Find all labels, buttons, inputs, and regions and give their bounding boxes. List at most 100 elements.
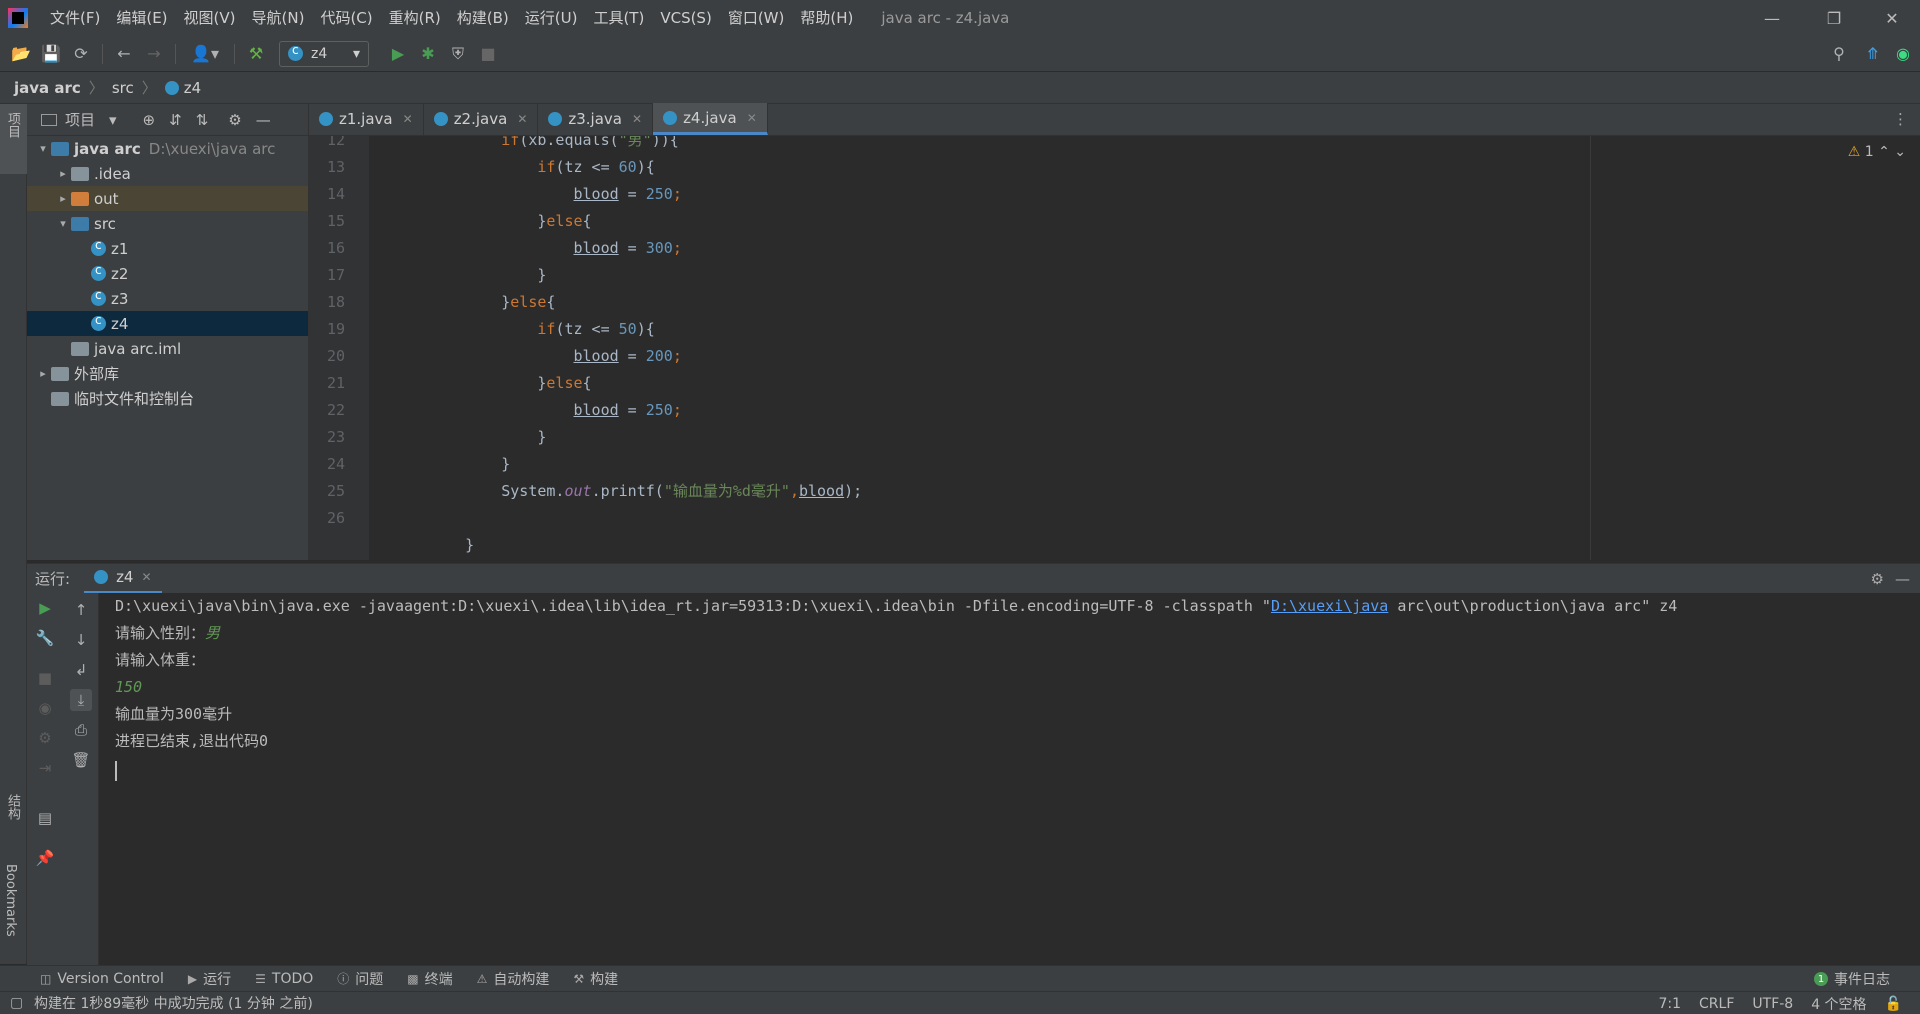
- expand-all-icon[interactable]: ⇵: [169, 111, 182, 129]
- forward-arrow-icon[interactable]: →: [139, 39, 169, 69]
- tree-item-out[interactable]: ▸ out: [27, 186, 308, 211]
- command-path-link[interactable]: D:\xuexi\java: [1271, 597, 1388, 615]
- close-window-icon[interactable]: ✕: [1864, 0, 1920, 36]
- plugin-icon[interactable]: ◉: [1888, 39, 1918, 69]
- chevron-right-icon[interactable]: ▸: [55, 167, 71, 180]
- stop-icon[interactable]: ■: [34, 667, 56, 689]
- chevron-down-icon[interactable]: ▾: [109, 111, 117, 129]
- close-icon[interactable]: ✕: [141, 570, 151, 584]
- tool-build[interactable]: ⚒ 构建: [573, 969, 618, 989]
- update-icon[interactable]: ⤊: [1858, 39, 1888, 69]
- minimize-icon[interactable]: —: [1744, 0, 1800, 36]
- menu-run[interactable]: 运行(U): [517, 0, 586, 36]
- debug-bug-icon[interactable]: ✱: [413, 39, 443, 69]
- warnings-indicator[interactable]: ⚠ 1 ⌃ ⌄: [1848, 144, 1906, 160]
- tool-run[interactable]: ▶ 运行: [188, 969, 231, 989]
- tree-item-z4[interactable]: z4: [27, 311, 308, 336]
- coverage-icon[interactable]: ⛨: [443, 39, 473, 69]
- menu-help[interactable]: 帮助(H): [792, 0, 861, 36]
- menu-build[interactable]: 构建(B): [449, 0, 517, 36]
- close-icon[interactable]: ✕: [747, 111, 757, 125]
- gear-icon[interactable]: ⚙: [228, 111, 241, 129]
- open-folder-icon[interactable]: 📂: [6, 39, 36, 69]
- menu-refactor[interactable]: 重构(R): [381, 0, 449, 36]
- tree-item-[interactable]: 临时文件和控制台: [27, 386, 308, 411]
- breadcrumb-src[interactable]: src: [112, 79, 134, 97]
- menu-tools[interactable]: 工具(T): [585, 0, 652, 36]
- up-arrow-icon[interactable]: ↑: [70, 599, 92, 621]
- project-tool-button[interactable]: 项目: [0, 104, 27, 174]
- file-encoding[interactable]: UTF-8: [1752, 996, 1793, 1012]
- menu-window[interactable]: 窗口(W): [720, 0, 793, 36]
- trash-icon[interactable]: 🗑: [70, 749, 92, 771]
- gear-icon[interactable]: ⚙: [1871, 570, 1884, 588]
- event-log-button[interactable]: 1 事件日志: [1814, 966, 1890, 992]
- hide-icon[interactable]: —: [256, 111, 271, 129]
- chevron-down-icon[interactable]: ▾: [35, 142, 51, 155]
- structure-tool-label[interactable]: 结构: [3, 794, 22, 820]
- tool-problems[interactable]: ⓘ 问题: [337, 969, 383, 989]
- print-icon[interactable]: ⎙: [70, 719, 92, 741]
- status-message[interactable]: 构建在 1秒89毫秒 中成功完成 (1 分钟 之前): [34, 993, 313, 1013]
- tool-terminal[interactable]: ▩ 终端: [407, 969, 452, 989]
- indent-setting[interactable]: 4 个空格: [1811, 994, 1866, 1014]
- hide-icon[interactable]: —: [1895, 570, 1910, 588]
- tree-item-java-arc-iml[interactable]: java arc.iml: [27, 336, 308, 361]
- line-separator[interactable]: CRLF: [1699, 996, 1734, 1012]
- more-tabs-icon[interactable]: ⋮: [1893, 110, 1908, 128]
- tree-item-z3[interactable]: z3: [27, 286, 308, 311]
- tab-z4[interactable]: z4.java ✕: [653, 103, 768, 135]
- run-console[interactable]: D:\xuexi\java\bin\java.exe -javaagent:D:…: [99, 593, 1920, 965]
- back-arrow-icon[interactable]: ←: [109, 39, 139, 69]
- gear-icon[interactable]: ⚙: [34, 727, 56, 749]
- wrench-icon[interactable]: 🔧: [34, 627, 56, 649]
- run-tab-z4[interactable]: z4 ✕: [84, 564, 162, 594]
- down-arrow-icon[interactable]: ↓: [70, 629, 92, 651]
- code-editor[interactable]: ⚠ 1 ⌃ ⌄ 12 if(xb.equals("男")){ 13 if(tz …: [309, 136, 1920, 560]
- search-icon[interactable]: ⚲: [1824, 39, 1854, 69]
- bookmarks-tool-label[interactable]: Bookmarks: [3, 864, 18, 937]
- scroll-to-end-icon[interactable]: ⤓: [70, 689, 92, 711]
- lock-icon[interactable]: 🔓: [1885, 996, 1902, 1012]
- run-config-select[interactable]: z4 ▾: [279, 40, 369, 67]
- tool-version-control[interactable]: ◫ Version Control: [40, 971, 164, 987]
- locate-icon[interactable]: ⊕: [143, 111, 156, 129]
- stop-icon[interactable]: ■: [473, 39, 503, 69]
- breadcrumb-file[interactable]: z4: [184, 79, 201, 97]
- tool-auto-build[interactable]: ⚠ 自动构建: [477, 969, 550, 989]
- menu-vcs[interactable]: VCS(S): [652, 0, 719, 36]
- tree-item-[interactable]: ▸ 外部库: [27, 361, 308, 386]
- project-panel-title[interactable]: 项目: [65, 109, 95, 130]
- restore-icon[interactable]: ❐: [1806, 0, 1862, 36]
- collapse-all-icon[interactable]: ⇅: [196, 111, 209, 129]
- chevron-right-icon[interactable]: ▸: [35, 367, 51, 380]
- tab-z2[interactable]: z2.java ✕: [424, 103, 539, 135]
- pin-icon[interactable]: 📌: [34, 847, 56, 869]
- breadcrumb-project[interactable]: java arc: [14, 79, 81, 97]
- exit-icon[interactable]: ⇥: [34, 757, 56, 779]
- build-hammer-icon[interactable]: ⚒: [241, 39, 271, 69]
- menu-code[interactable]: 代码(C): [312, 0, 380, 36]
- status-toggle-icon[interactable]: ▢: [10, 995, 23, 1011]
- close-icon[interactable]: ✕: [403, 112, 413, 126]
- sync-icon[interactable]: ⟳: [66, 39, 96, 69]
- tab-z1[interactable]: z1.java ✕: [309, 103, 424, 135]
- close-icon[interactable]: ✕: [632, 112, 642, 126]
- tree-item-z1[interactable]: z1: [27, 236, 308, 261]
- menu-edit[interactable]: 编辑(E): [108, 0, 175, 36]
- tree-item-src[interactable]: ▾ src: [27, 211, 308, 236]
- tool-todo[interactable]: ☰ TODO: [255, 971, 313, 987]
- user-dropdown-icon[interactable]: 👤▾: [182, 39, 228, 69]
- rerun-icon[interactable]: ▶: [34, 597, 56, 619]
- run-play-icon[interactable]: ▶: [383, 39, 413, 69]
- caret-position[interactable]: 7:1: [1659, 996, 1682, 1012]
- tree-item-z2[interactable]: z2: [27, 261, 308, 286]
- chevron-right-icon[interactable]: ▸: [55, 192, 71, 205]
- camera-icon[interactable]: ◉: [34, 697, 56, 719]
- tab-z3[interactable]: z3.java ✕: [538, 103, 654, 135]
- close-icon[interactable]: ✕: [517, 112, 527, 126]
- soft-wrap-icon[interactable]: ↲: [70, 659, 92, 681]
- menu-view[interactable]: 视图(V): [176, 0, 244, 36]
- menu-file[interactable]: 文件(F): [42, 0, 108, 36]
- chevron-down-icon[interactable]: ▾: [55, 217, 71, 230]
